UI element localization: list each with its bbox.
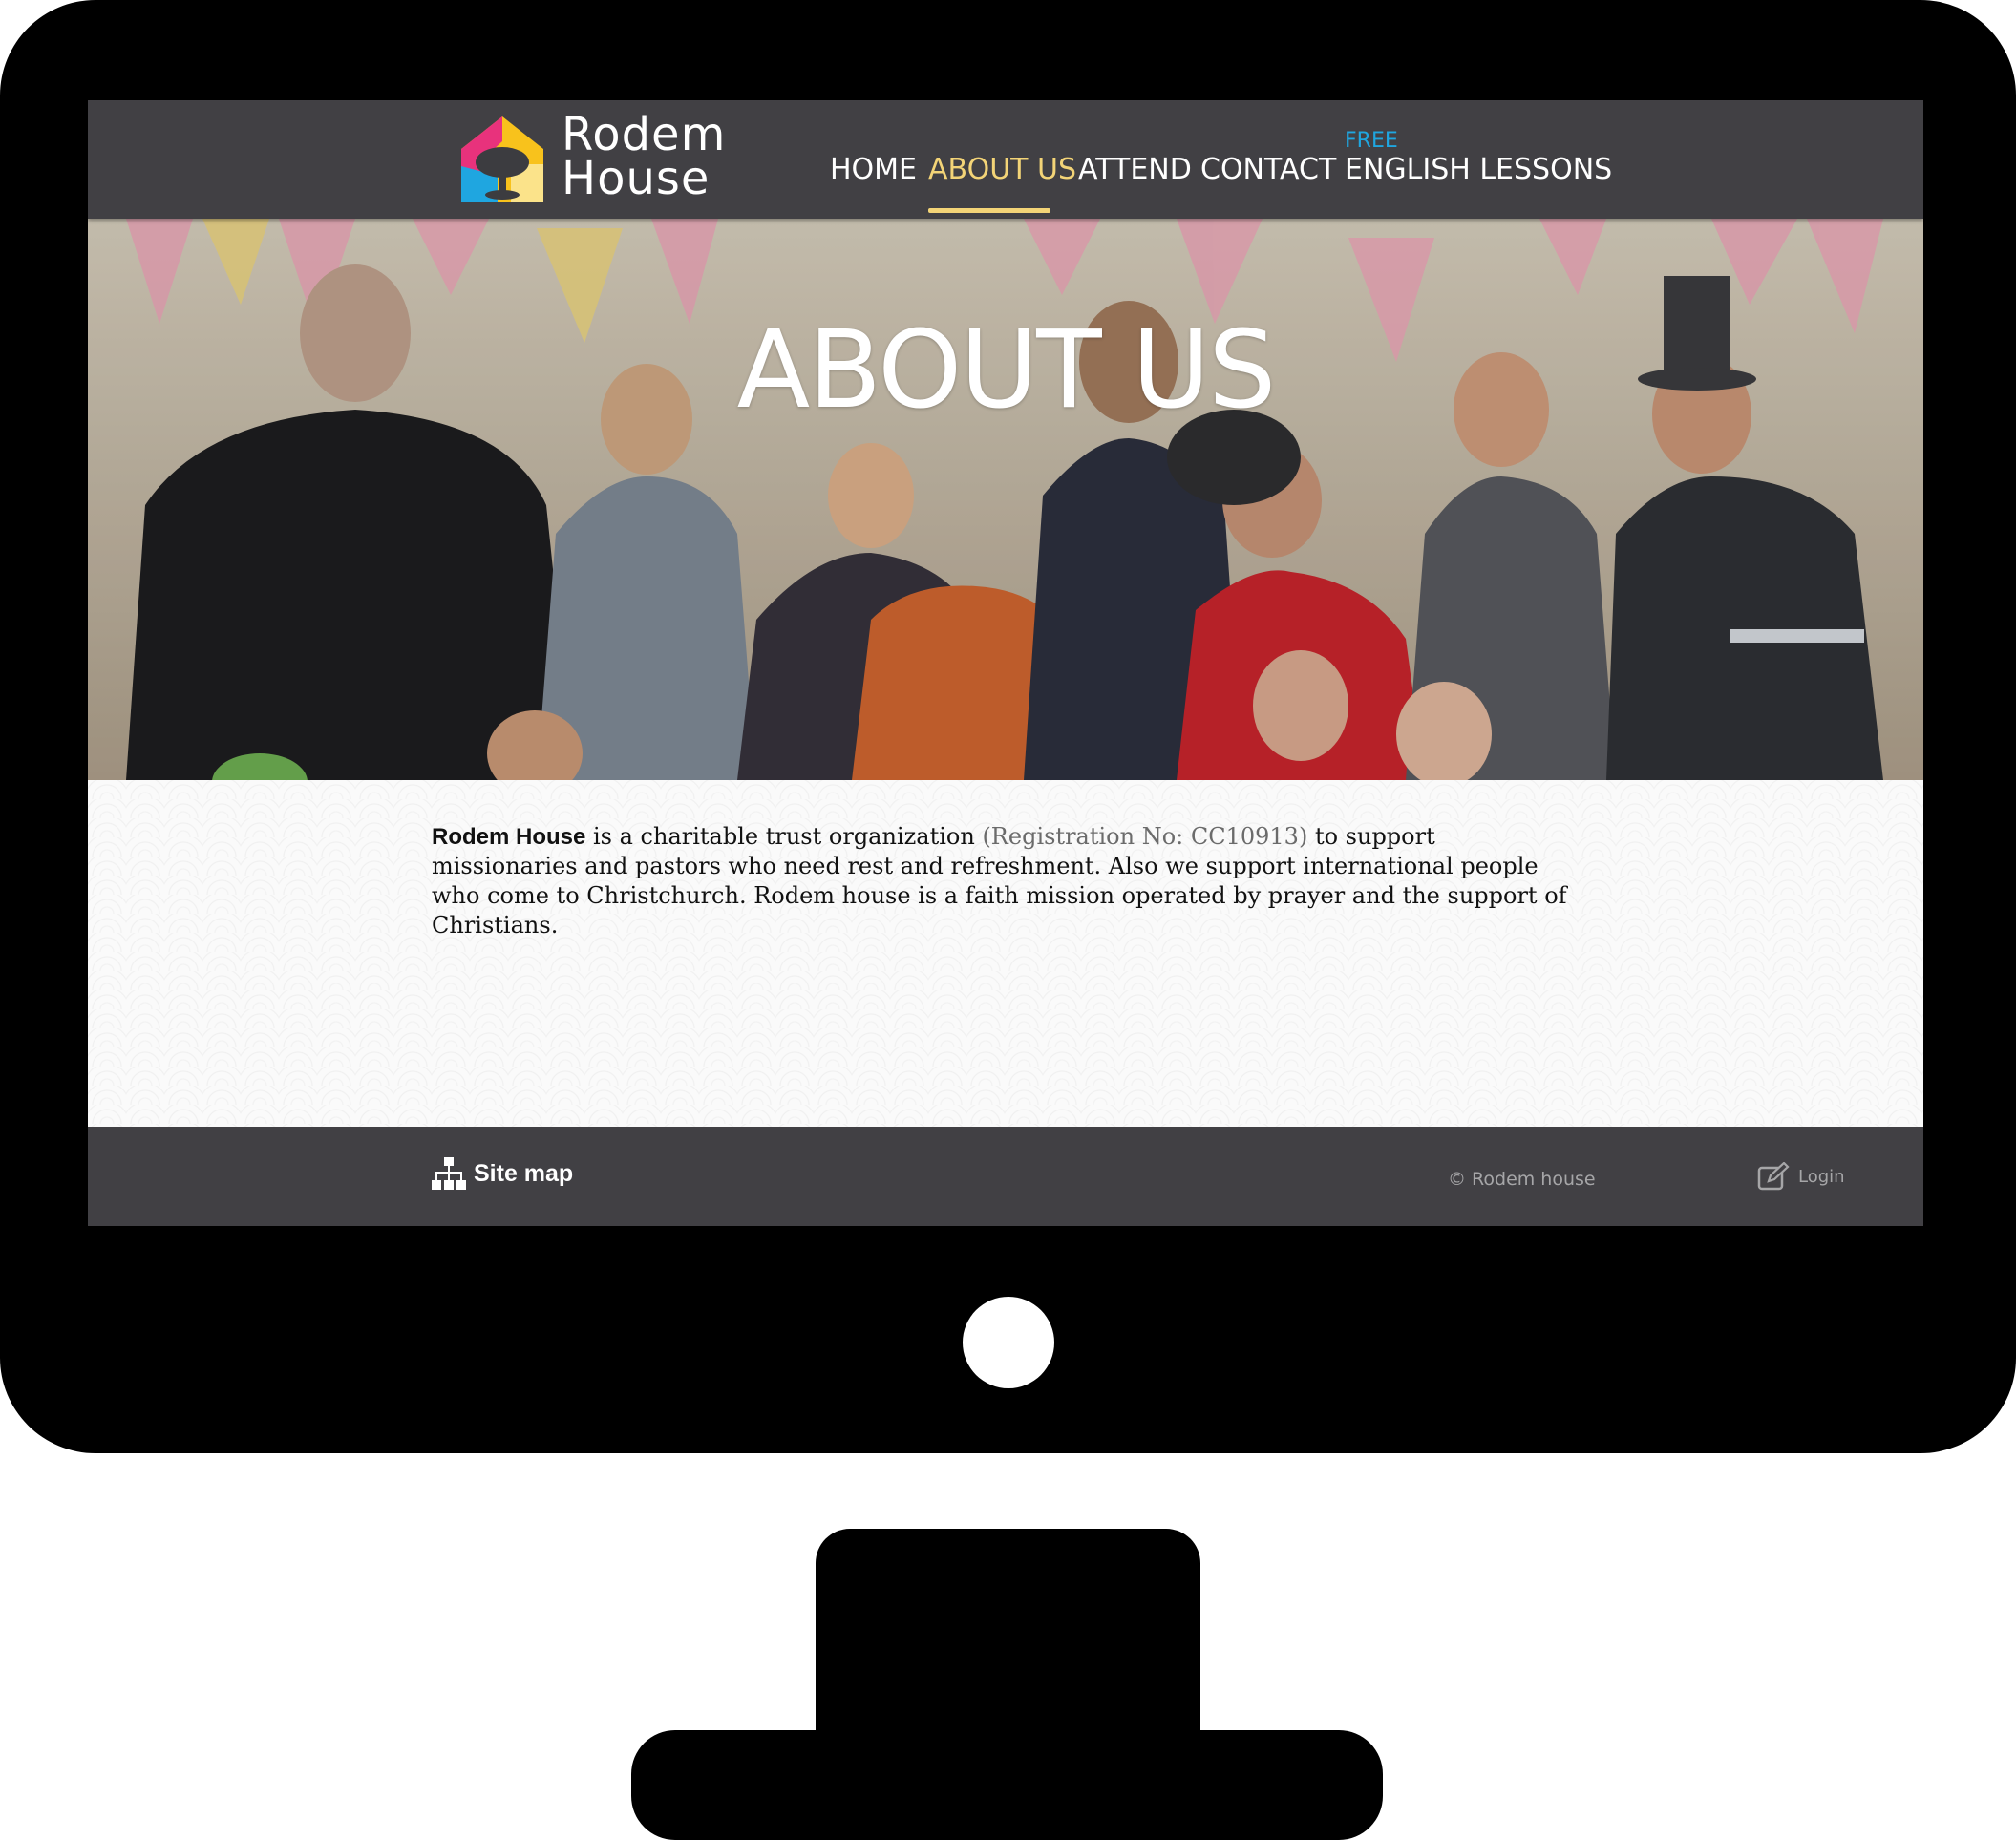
site-header: Rodem House HOME ABOUT US ATTEND CONTACT… [88,100,1923,219]
monitor-power-button [963,1297,1054,1388]
browser-viewport: Rodem House HOME ABOUT US ATTEND CONTACT… [88,100,1923,1226]
nav-attend[interactable]: ATTEND [1078,153,1192,186]
nav-about-us[interactable]: ABOUT US [928,153,1076,186]
monitor-stand-base [631,1730,1383,1840]
site-logo[interactable]: Rodem House [461,108,729,208]
nav-free-tag: FREE [1345,129,1398,153]
monitor-stand-neck [816,1529,1200,1758]
nav-home[interactable]: HOME [830,153,917,186]
intro-paragraph: Rodem House is a charitable trust organi… [432,822,1587,941]
sitemap-label: Site map [474,1159,574,1187]
login-label: Login [1798,1166,1845,1187]
sitemap-icon [432,1157,466,1190]
house-tree-icon [461,116,543,202]
login-link[interactable]: Login [1757,1162,1845,1191]
logo-wordmark: Rodem House [562,108,727,205]
nav-english-lessons[interactable]: ENGLISH LESSONS [1345,153,1612,186]
sitemap-link[interactable]: Site map [432,1156,573,1191]
active-nav-indicator [928,208,1050,213]
nav-contact[interactable]: CONTACT [1200,153,1336,186]
about-content: Rodem House is a charitable trust organi… [88,780,1923,1127]
intro-text-1: is a charitable trust organization [585,823,983,850]
registration-number: (Registration No: CC10913) [982,823,1308,850]
page-title: ABOUT US [736,308,1277,433]
copyright-text: © Rodem house [1448,1169,1596,1190]
group-photo [88,219,1923,780]
logo-line-1: Rodem [562,108,727,161]
org-name: Rodem House [432,824,586,850]
edit-icon [1757,1162,1790,1191]
hero-banner: ABOUT US [88,219,1923,780]
logo-line-2: House [562,152,711,205]
site-footer: Site map © Rodem house Login [88,1127,1923,1226]
monitor-frame: Rodem House HOME ABOUT US ATTEND CONTACT… [0,0,2016,1453]
